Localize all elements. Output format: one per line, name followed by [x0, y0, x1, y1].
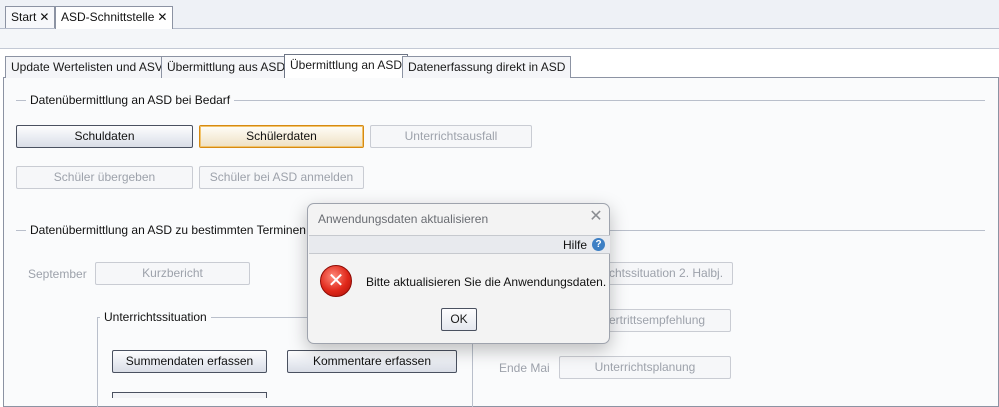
help-icon[interactable]: ? — [592, 238, 605, 251]
error-icon: ✕ — [320, 265, 352, 297]
dialog-title: Anwendungsdaten aktualisieren — [318, 212, 489, 226]
dialog-message: Bitte aktualisieren Sie die Anwendungsda… — [366, 275, 607, 289]
september-label: September — [28, 267, 87, 281]
schuldaten-button[interactable]: Schuldaten — [16, 125, 193, 148]
uebertrittsempfehlung-button[interactable]: ertrittsempfehlung — [592, 309, 731, 332]
tab-asd-schnittstelle-label: ASD-Schnittstelle — [61, 10, 155, 24]
cut-off-button[interactable] — [112, 392, 267, 398]
tab-start-label: Start — [11, 10, 37, 24]
unterrichtssituation-title: Unterrichtssituation — [100, 310, 211, 324]
help-link[interactable]: Hilfe — [563, 238, 587, 252]
close-icon[interactable]: ✕ — [157, 10, 167, 24]
summendaten-erfassen-button[interactable]: Summendaten erfassen — [112, 350, 267, 373]
tab-update-wertelisten[interactable]: Update Wertelisten und ASV — [5, 56, 169, 78]
ende-mai-label: Ende Mai — [499, 361, 550, 375]
schueler-uebergeben-button[interactable]: Schüler übergeben — [16, 166, 193, 189]
section-title-termine: Datenübermittlung an ASD zu bestimmten T… — [26, 223, 310, 237]
tab-uebermittlung-aus-asd[interactable]: Übermittlung aus ASD — [161, 56, 292, 78]
update-dialog: Anwendungsdaten aktualisieren ✕ Hilfe ? … — [307, 203, 610, 344]
tab-start[interactable]: Start ✕ — [5, 6, 56, 28]
kommentare-erfassen-button[interactable]: Kommentare erfassen — [287, 350, 457, 373]
unterrichtsplanung-button[interactable]: Unterrichtsplanung — [559, 356, 731, 379]
schuelerdaten-button[interactable]: Schülerdaten — [199, 125, 364, 148]
section-title-bedarf: Datenübermittlung an ASD bei Bedarf — [26, 93, 235, 107]
ok-button[interactable]: OK — [441, 308, 477, 331]
tab-asd-schnittstelle[interactable]: ASD-Schnittstelle ✕ — [55, 6, 174, 29]
tab-datenerfassung-direkt[interactable]: Datenerfassung direkt in ASD — [402, 56, 572, 78]
unterrichtssituation-2-halbj-button[interactable]: chtssituation 2. Halbj. — [592, 262, 733, 285]
schueler-anmelden-button[interactable]: Schüler bei ASD anmelden — [199, 166, 364, 189]
toolbar-band — [0, 29, 999, 49]
kurzbericht-button[interactable]: Kurzbericht — [95, 262, 250, 285]
close-icon[interactable]: ✕ — [39, 10, 49, 24]
close-icon[interactable]: ✕ — [587, 208, 605, 226]
tab-uebermittlung-an-asd[interactable]: Übermittlung an ASD — [284, 54, 409, 78]
unterrichtsausfall-button[interactable]: Unterrichtsausfall — [370, 125, 532, 148]
